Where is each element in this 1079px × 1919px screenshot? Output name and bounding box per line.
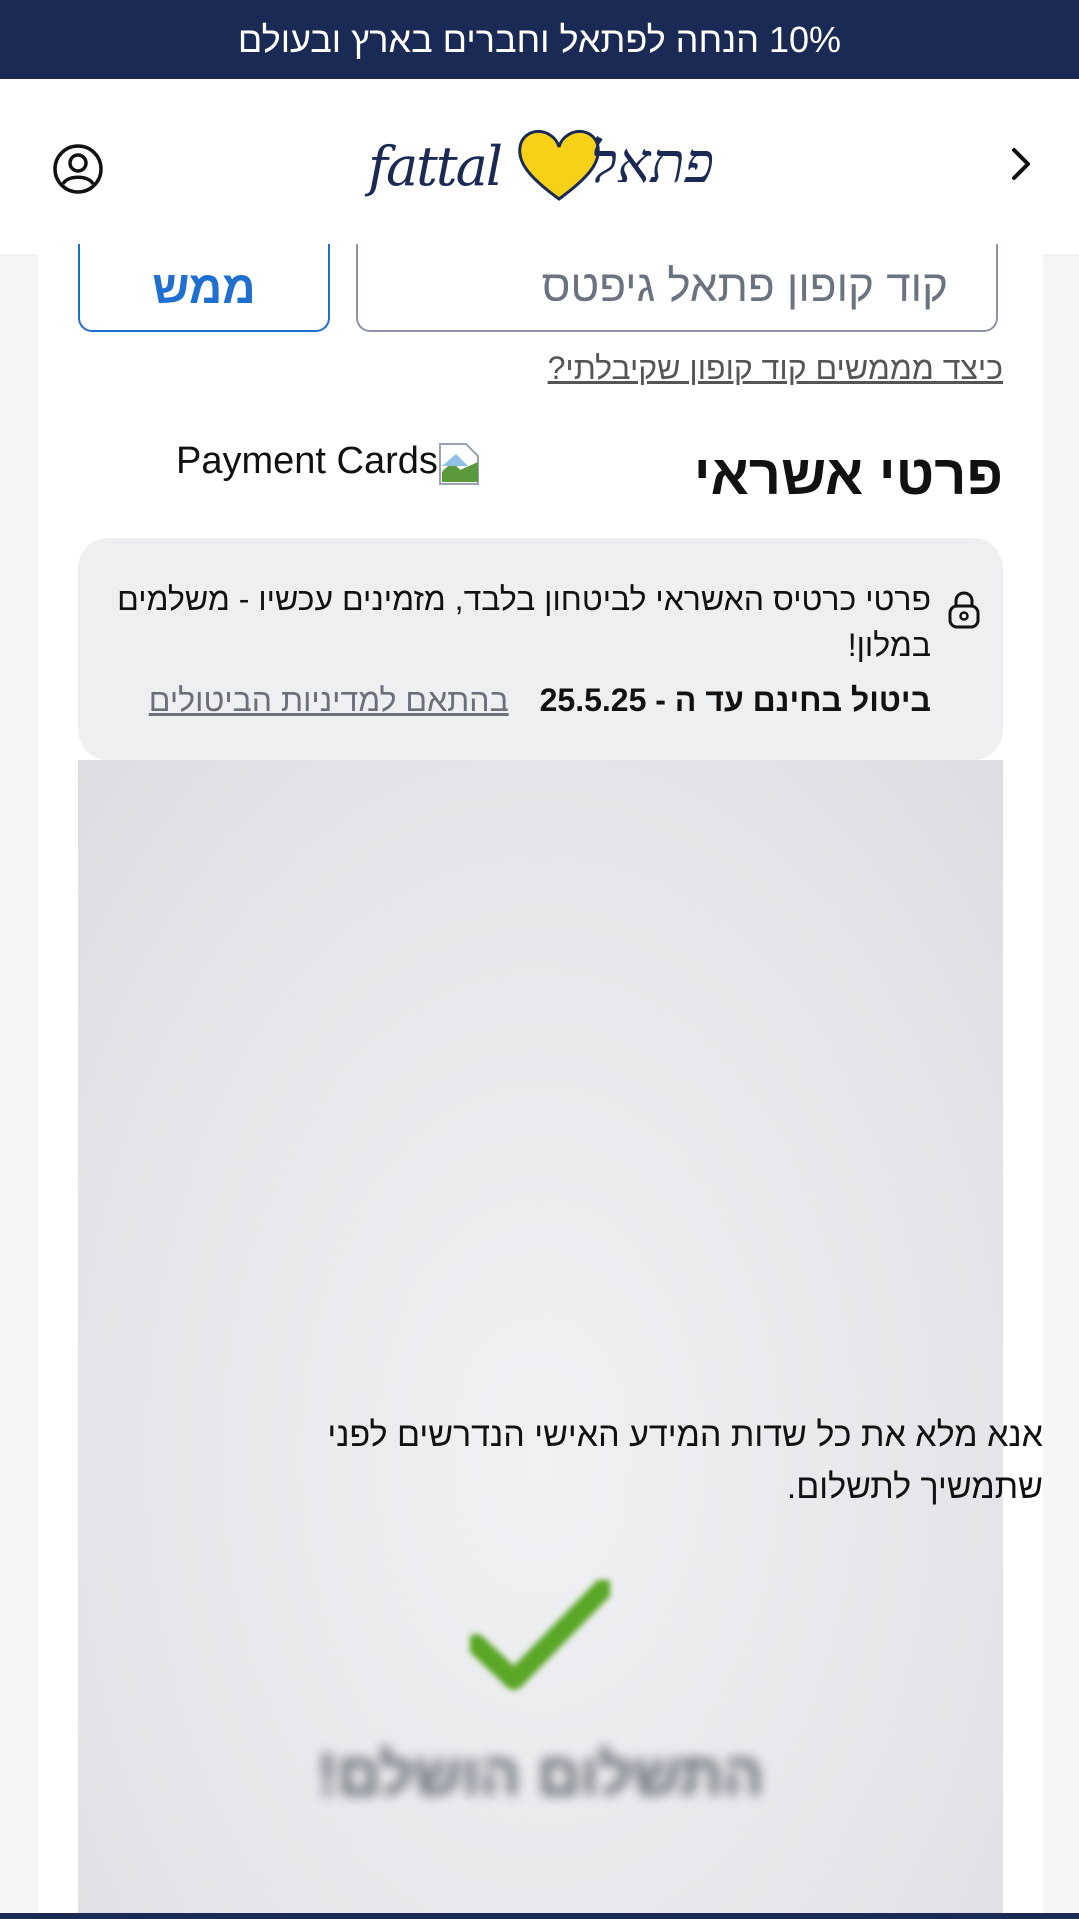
coupon-help-link[interactable]: כיצד מממשים קוד קופון שקיבלתי? xyxy=(548,350,1003,387)
fill-details-warning: אנא מלא את כל שדות המידע האישי הנדרשים ל… xyxy=(327,1416,1043,1506)
chevron-right-icon[interactable] xyxy=(1001,134,1041,194)
payment-success-text: התשלום הושלם! xyxy=(317,1741,764,1808)
free-cancellation-text: ביטול בחינם עד ה - 25.5.25 xyxy=(539,682,931,718)
logo-hebrew-text: פתאל xyxy=(590,131,714,196)
payment-cards-alt-text: Payment Cards xyxy=(176,440,438,482)
fattal-logo[interactable]: fattal פתאל xyxy=(368,113,714,219)
heart-icon xyxy=(518,130,600,201)
logo-latin-text: fattal xyxy=(368,135,503,198)
checkmark-icon xyxy=(470,1580,610,1690)
broken-image-icon xyxy=(438,443,479,485)
user-circle-icon[interactable] xyxy=(52,143,104,195)
bottom-edge-bar xyxy=(0,1913,1079,1919)
credit-details-title: פרטי אשראי xyxy=(693,443,1003,506)
checkout-content: קוד קופון פתאל גיפטס ממש כיצד מממשים קוד… xyxy=(38,244,1043,1919)
promo-text: 10% הנחה לפתאל וחברים בארץ ובעולם xyxy=(237,18,842,60)
site-header: fattal פתאל xyxy=(0,79,1079,254)
cancellation-policy-link[interactable]: בהתאם למדיניות הביטולים xyxy=(149,682,509,718)
promo-banner: 10% הנחה לפתאל וחברים בארץ ובעולם xyxy=(0,0,1079,79)
security-notice: פרטי כרטיס האשראי לביטחון בלבד, מזמינים … xyxy=(78,538,1003,760)
payment-cards-image: Payment Cards xyxy=(176,440,480,490)
free-cancellation-line: ביטול בחינם עד ה - 25.5.25 בהתאם למדיניו… xyxy=(149,682,931,719)
security-notice-text: פרטי כרטיס האשראי לביטחון בלבד, מזמינים … xyxy=(117,581,931,663)
payment-iframe[interactable]: התשלום הושלם! xyxy=(78,760,1003,1919)
coupon-code-input[interactable]: קוד קופון פתאל גיפטס xyxy=(356,244,998,332)
redeem-coupon-button[interactable]: ממש xyxy=(78,244,330,332)
lock-icon xyxy=(947,590,981,630)
